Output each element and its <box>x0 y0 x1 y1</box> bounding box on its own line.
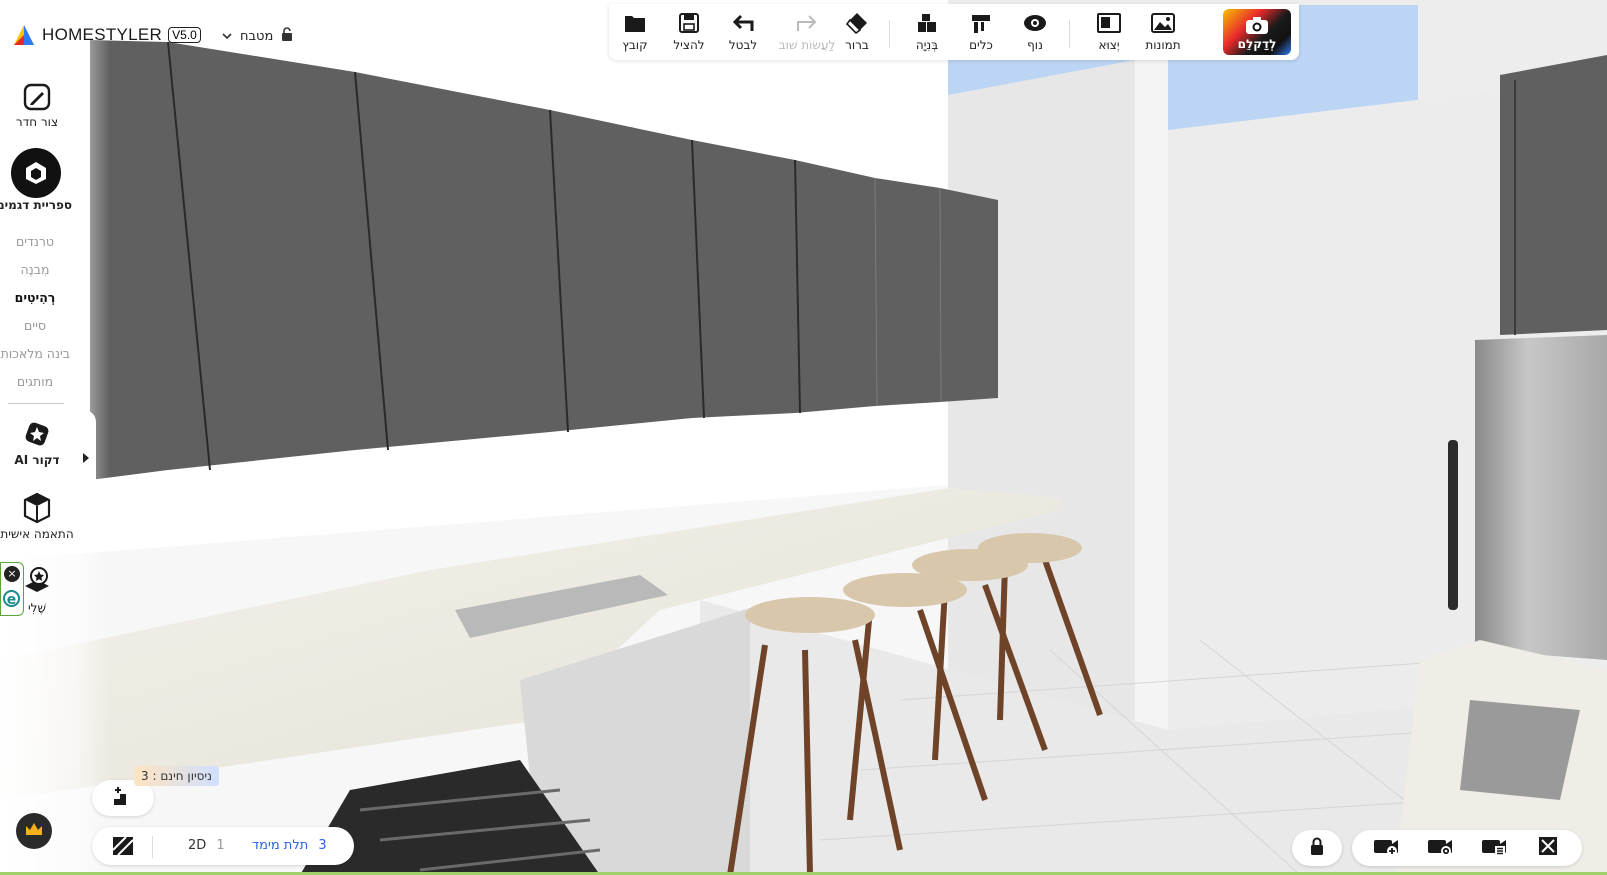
3d-viewport[interactable] <box>0 0 1607 875</box>
images-button[interactable]: תמונות <box>1139 10 1187 52</box>
model-library-label: ספריית דגמים <box>0 198 72 212</box>
view-2d-label: 2D <box>188 838 207 853</box>
camera-add-icon <box>1373 836 1399 860</box>
draw-room-label: צור חדר <box>15 115 59 129</box>
room-name: מטבח <box>240 28 274 44</box>
lock-button[interactable] <box>1292 830 1342 866</box>
lock-icon <box>1310 837 1324 859</box>
sidebar-item-structure[interactable]: מִבנֶה <box>0 262 70 277</box>
view-3d-button[interactable]: 3 תלת מימד <box>252 838 327 853</box>
sidebar-item-trends[interactable]: טרנדים <box>0 234 70 249</box>
tools-label: כלים <box>969 38 993 52</box>
export-label: יְצוּא <box>1098 38 1120 52</box>
build-blocks-icon <box>903 10 951 36</box>
ai-decor-icon <box>0 418 74 453</box>
images-label: תמונות <box>1145 38 1181 52</box>
view-bar-divider <box>152 836 153 858</box>
stairs-icon <box>111 785 135 811</box>
save-icon <box>665 10 713 36</box>
tools-menu-button[interactable]: כלים <box>957 10 1005 52</box>
logo-text: HOMESTYLER <box>42 25 163 44</box>
close-icon[interactable]: × <box>4 566 20 582</box>
unlock-icon <box>281 27 293 45</box>
view-2d-button[interactable]: 2D 1 <box>188 838 225 853</box>
camera-list-button[interactable] <box>1478 836 1510 860</box>
eraser-icon <box>833 10 881 36</box>
model-library-button[interactable]: ספריית דגמים <box>0 148 72 212</box>
view-2d-shortcut: 1 <box>216 838 225 853</box>
cube-icon <box>0 148 72 198</box>
customize-label: התאמה אישית <box>0 527 74 541</box>
eye-icon <box>1011 10 1059 36</box>
camera-gear-icon <box>1427 836 1453 860</box>
homestyler-logo-icon <box>14 25 34 45</box>
build-label: בְּנִיָה <box>915 38 939 52</box>
toolbar-divider <box>889 20 890 48</box>
top-toolbar: קובץ להציל לבטל לַעֲשׂוֹת שׁוּב ברור בְּ… <box>609 4 1299 60</box>
undo-label: לבטל <box>728 38 758 52</box>
camera-icon <box>1223 9 1291 35</box>
undo-button[interactable]: לבטל <box>719 10 767 52</box>
file-menu-button[interactable]: קובץ <box>611 10 659 52</box>
camera-toolbar <box>1352 830 1582 866</box>
add-camera-button[interactable] <box>1370 836 1402 860</box>
ai-decor-label: דקור AI <box>14 453 60 467</box>
erase-label: ברור <box>845 38 869 52</box>
pencil-icon <box>0 82 74 115</box>
chevron-down-icon <box>222 29 232 44</box>
premium-button[interactable] <box>16 813 52 849</box>
view-label: נוף <box>1027 38 1043 52</box>
camera-settings-button[interactable] <box>1424 836 1456 860</box>
build-menu-button[interactable]: בְּנִיָה <box>903 10 951 52</box>
extension-badge[interactable]: × e <box>0 562 24 616</box>
free-trial-badge: ניסיון חינם : 3 <box>134 766 219 786</box>
version-badge: V5.0 <box>168 27 201 43</box>
render-button[interactable]: לְדַקלֵם <box>1223 9 1291 55</box>
export-menu-button[interactable]: יְצוּא <box>1085 10 1133 52</box>
cabinet-icon <box>0 492 74 527</box>
save-label: להציל <box>673 38 705 52</box>
camera-list-icon <box>1481 836 1507 860</box>
image-icon <box>1139 10 1187 36</box>
ai-decor-button[interactable]: דקור AI <box>0 418 74 467</box>
left-sidebar: צור חדר ספריית דגמים טרנדים מִבנֶה רְהִי… <box>0 70 78 630</box>
render-label: לְדַקלֵם <box>1237 37 1277 51</box>
view-3d-label: תלת מימד <box>252 838 309 853</box>
erase-button[interactable]: ברור <box>833 10 881 52</box>
sidebar-item-brands[interactable]: מותגים <box>0 374 70 389</box>
undo-icon <box>719 10 767 36</box>
view-3d-shortcut: 3 <box>318 838 327 853</box>
draw-room-button[interactable]: צור חדר <box>0 82 74 129</box>
save-button[interactable]: להציל <box>665 10 713 52</box>
crown-icon <box>24 821 44 841</box>
tools-icon <box>957 10 1005 36</box>
sidebar-divider <box>8 403 64 404</box>
homestyler-logo[interactable]: HOMESTYLER V5.0 <box>12 22 201 48</box>
chevron-right-icon <box>82 449 90 468</box>
sidebar-item-finishes[interactable]: סיים <box>0 318 70 333</box>
view-menu-button[interactable]: נוף <box>1011 10 1059 52</box>
folder-icon <box>611 10 659 36</box>
room-selector[interactable]: מטבח <box>222 27 293 45</box>
file-label: קובץ <box>622 38 648 52</box>
export-icon <box>1085 10 1133 36</box>
extension-logo-icon: e <box>3 590 20 608</box>
sidebar-item-furniture[interactable]: רְהִיטִים <box>0 290 70 305</box>
customize-button[interactable]: התאמה אישית <box>0 492 74 541</box>
toolbar-divider <box>1069 20 1070 48</box>
sidebar-collapse-toggle[interactable] <box>76 410 96 506</box>
fullscreen-button[interactable] <box>1532 836 1564 860</box>
sidebar-item-ai[interactable]: בינה מלאכותית <box>0 346 70 361</box>
plan-icon[interactable] <box>112 836 134 860</box>
fullscreen-icon <box>1538 836 1558 860</box>
view-mode-switcher: 2D 1 3 תלת מימד <box>92 827 354 865</box>
